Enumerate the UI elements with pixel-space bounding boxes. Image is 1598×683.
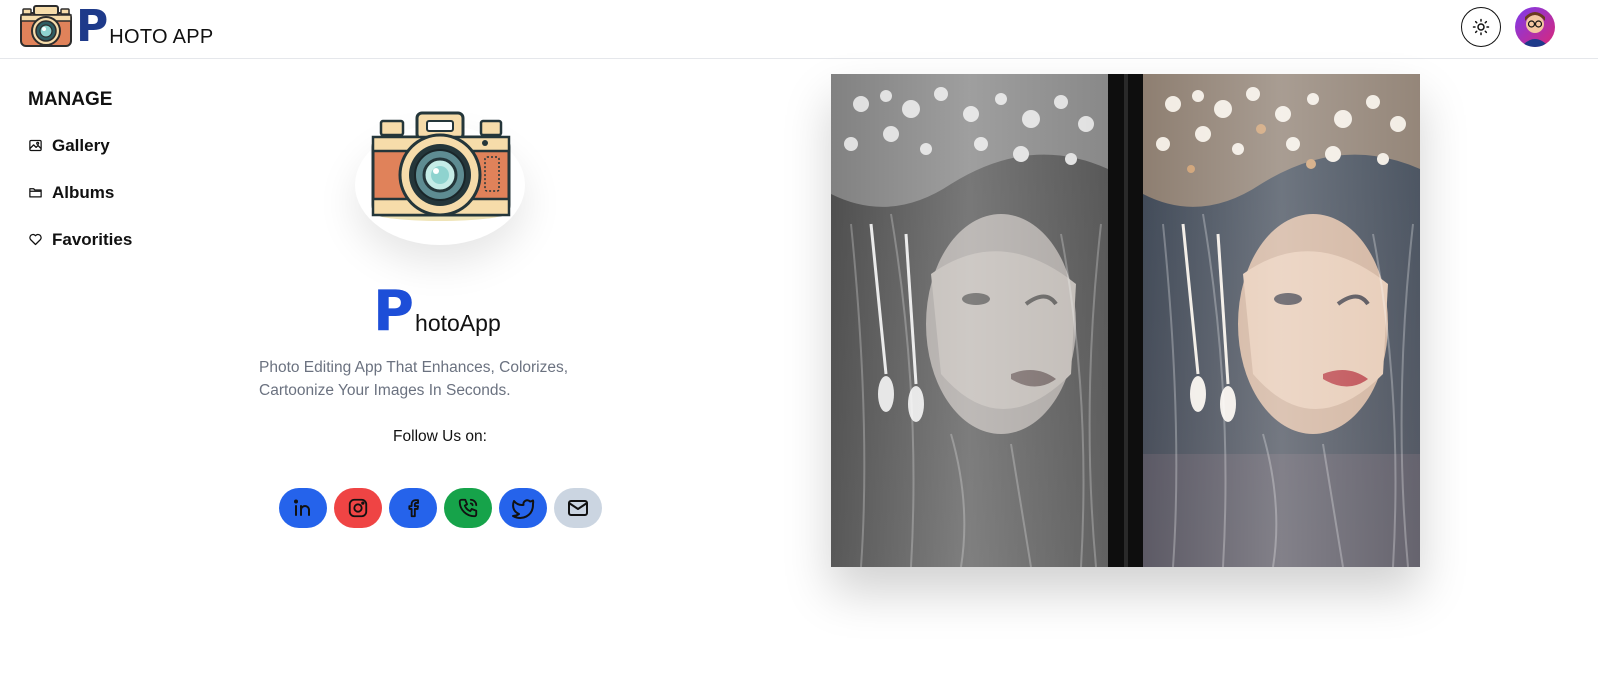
folder-icon (28, 185, 44, 201)
follow-label: Follow Us on: (393, 428, 487, 445)
phone-icon (458, 498, 478, 518)
sidebar-item-albums[interactable]: Albums (28, 169, 228, 216)
image-icon (28, 138, 44, 154)
top-bar: P HOTO APP (0, 0, 1598, 59)
twitter-button[interactable] (499, 488, 547, 528)
brand[interactable]: P HOTO APP (18, 3, 214, 49)
app-name-initial: P (373, 279, 415, 344)
avatar[interactable] (1515, 7, 1555, 47)
facebook-button[interactable] (389, 488, 437, 528)
tagline-line: Photo Editing App That Enhances, Coloriz… (259, 359, 569, 376)
tagline-line: Cartoonize Your Images In Seconds. (259, 382, 511, 399)
sidebar-title: MANAGE (28, 89, 113, 110)
sidebar-item-label: Gallery (52, 135, 110, 155)
sidebar-item-label: Favorities (52, 229, 133, 249)
mail-button[interactable] (554, 488, 602, 528)
instagram-button[interactable] (334, 488, 382, 528)
facebook-icon (408, 499, 419, 518)
before-after-photo[interactable] (831, 74, 1420, 567)
sidebar-item-label: Albums (52, 182, 115, 202)
before-after-image (831, 74, 1420, 567)
social-links (279, 488, 602, 528)
linkedin-button[interactable] (279, 488, 327, 528)
sidebar: MANAGE Gallery Albums Favorities (28, 88, 228, 263)
theme-toggle-button[interactable] (1461, 7, 1501, 47)
camera-hero-icon (371, 111, 511, 221)
sidebar-item-gallery[interactable]: Gallery (28, 122, 228, 169)
brand-initial: P (76, 1, 109, 52)
sidebar-item-favorities[interactable]: Favorities (28, 216, 228, 263)
tagline: Photo Editing App That Enhances, Coloriz… (259, 356, 599, 402)
twitter-icon (512, 499, 535, 519)
heart-icon (28, 232, 44, 248)
app-name: P hotoApp (373, 278, 501, 344)
instagram-icon (348, 498, 368, 518)
mail-icon (568, 500, 588, 516)
brand-title: HOTO APP (109, 26, 214, 48)
linkedin-icon (294, 499, 310, 516)
sun-icon (1472, 18, 1490, 36)
avatar-image (1515, 7, 1555, 47)
app-name-rest: hotoApp (415, 310, 501, 336)
phone-button[interactable] (444, 488, 492, 528)
camera-logo-icon (20, 5, 72, 47)
